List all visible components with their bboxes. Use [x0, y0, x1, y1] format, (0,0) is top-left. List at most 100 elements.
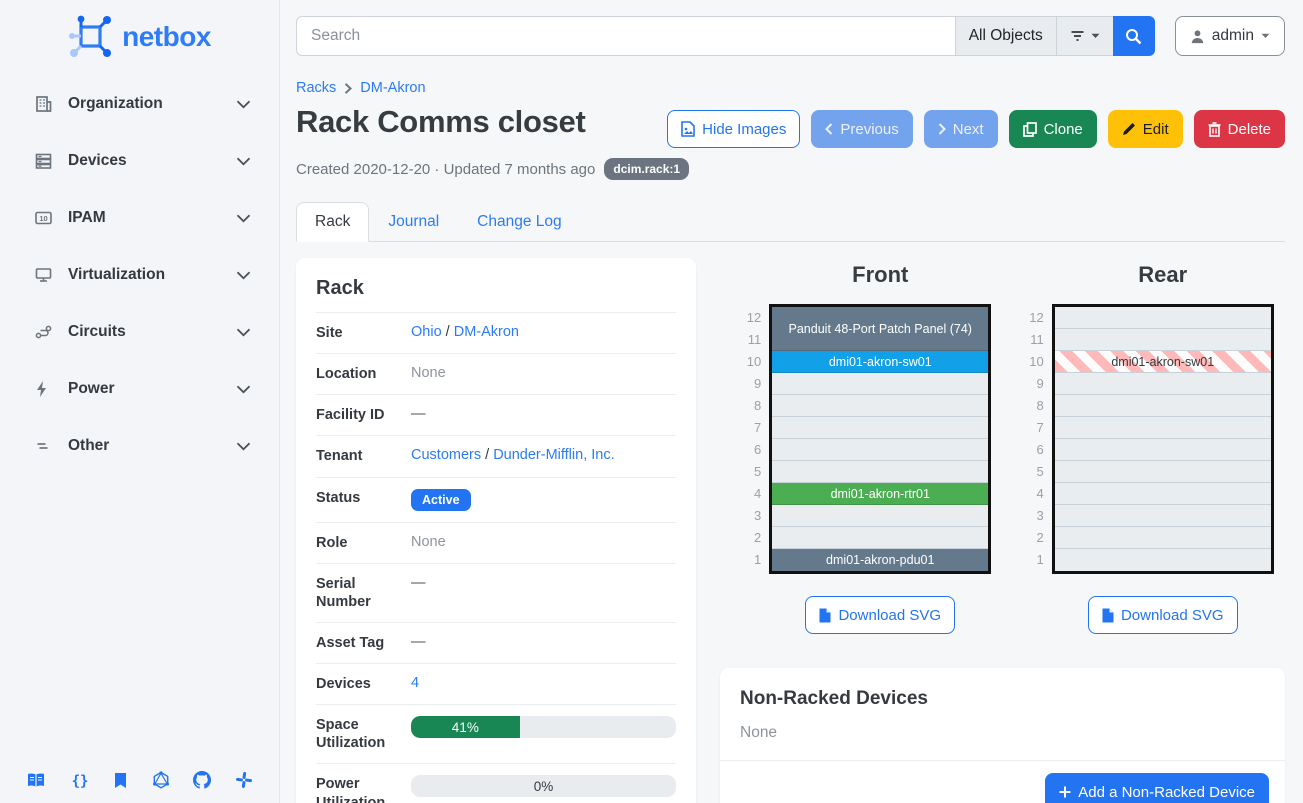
- virtualization-icon: [34, 266, 56, 284]
- sidebar-item-label: IPAM: [68, 209, 106, 227]
- front-rack-units: Panduit 48-Port Patch Panel (74)dmi01-ak…: [769, 304, 991, 574]
- sidebar-item-ipam[interactable]: 10IPAM: [20, 198, 265, 238]
- attr-value: 0%: [411, 775, 676, 797]
- attr-link[interactable]: 4: [411, 675, 419, 691]
- unit-number: 3: [731, 505, 761, 527]
- sidebar-item-label: Circuits: [68, 323, 126, 341]
- rack-unit-empty: [1055, 417, 1271, 439]
- attr-link[interactable]: Ohio: [411, 324, 442, 340]
- attr-link[interactable]: Dunder-Mifflin, Inc.: [493, 447, 614, 463]
- other-icon: [34, 437, 56, 455]
- previous-button[interactable]: Previous: [811, 110, 912, 148]
- rack-attr-location: LocationNone: [316, 353, 676, 394]
- github-icon[interactable]: [193, 771, 211, 789]
- status-badge: Active: [411, 489, 471, 511]
- user-menu-button[interactable]: admin: [1175, 16, 1285, 56]
- clone-label: Clone: [1044, 121, 1083, 138]
- api-docs-icon[interactable]: [113, 771, 128, 789]
- delete-button[interactable]: Delete: [1194, 110, 1285, 148]
- search-scope-button[interactable]: All Objects: [955, 16, 1056, 56]
- chevron-down-icon: [236, 442, 251, 451]
- previous-label: Previous: [840, 121, 898, 138]
- chevron-down-icon: [236, 214, 251, 223]
- breadcrumb-racks-link[interactable]: Racks: [296, 80, 336, 96]
- front-download-svg-button[interactable]: Download SVG: [805, 596, 955, 634]
- image-file-icon: [681, 121, 695, 137]
- rack-unit-empty: [772, 439, 988, 461]
- attr-value: Active: [411, 489, 676, 511]
- attr-link[interactable]: Customers: [411, 447, 481, 463]
- object-id-badge: dcim.rack:1: [604, 158, 689, 180]
- object-meta: Created 2020-12-20 · Updated 7 months ag…: [296, 158, 1285, 180]
- sidebar-item-label: Power: [68, 380, 115, 398]
- sidebar-item-other[interactable]: Other: [20, 426, 265, 466]
- netbox-logo-icon: [68, 14, 114, 60]
- attr-link[interactable]: DM-Akron: [454, 324, 519, 340]
- unit-number: 1: [731, 549, 761, 571]
- rear-download-svg-button[interactable]: Download SVG: [1088, 596, 1238, 634]
- rack-attr-serial-number: Serial Number—: [316, 563, 676, 622]
- tab-journal[interactable]: Journal: [369, 202, 458, 242]
- rack-attr-status: StatusActive: [316, 477, 676, 522]
- unit-number: 2: [731, 527, 761, 549]
- rack-unit-empty: [772, 395, 988, 417]
- unit-number: 4: [731, 483, 761, 505]
- sidebar-item-label: Devices: [68, 152, 127, 170]
- sidebar-item-virtualization[interactable]: Virtualization: [20, 255, 265, 295]
- docs-book-icon[interactable]: [26, 771, 46, 789]
- devices-icon: [34, 152, 56, 170]
- sidebar-item-circuits[interactable]: Circuits: [20, 312, 265, 352]
- netbox-logo[interactable]: netbox: [0, 10, 279, 62]
- organization-icon: [34, 95, 56, 113]
- sidebar-item-power[interactable]: Power: [20, 369, 265, 409]
- unit-number: 5: [731, 461, 761, 483]
- rack-unit-empty: [1055, 439, 1271, 461]
- rear-rack: 121110987654321 dmi01-akron-sw01: [1014, 304, 1274, 574]
- tab-rack[interactable]: Rack: [296, 202, 369, 242]
- search-submit-button[interactable]: [1113, 16, 1155, 56]
- rack-unit-device[interactable]: dmi01-akron-sw01: [772, 351, 988, 373]
- rack-attributes: SiteOhio / DM-AkronLocationNoneFacility …: [316, 312, 676, 803]
- unit-number: 8: [731, 395, 761, 417]
- rest-api-braces-icon[interactable]: {}: [70, 771, 90, 789]
- clone-button[interactable]: Clone: [1009, 110, 1097, 148]
- topbar: All Objects: [296, 16, 1285, 56]
- add-non-racked-device-button[interactable]: Add a Non-Racked Device: [1045, 773, 1269, 803]
- unit-number: 11: [1014, 329, 1044, 351]
- space-utilization-bar: 41%: [411, 716, 676, 738]
- graphql-icon[interactable]: [152, 771, 170, 789]
- rack-attr-asset-tag: Asset Tag—: [316, 622, 676, 663]
- rack-unit-device[interactable]: dmi01-akron-sw01: [1055, 351, 1271, 373]
- rack-unit-device[interactable]: dmi01-akron-rtr01: [772, 483, 988, 505]
- non-racked-devices-card: Non-Racked Devices None Add a Non-Racked…: [720, 668, 1285, 803]
- edit-button[interactable]: Edit: [1108, 110, 1183, 148]
- rack-attr-tenant: TenantCustomers / Dunder-Mifflin, Inc.: [316, 435, 676, 476]
- hide-images-button[interactable]: Hide Images: [667, 110, 800, 148]
- unit-number: 11: [731, 329, 761, 351]
- rack-unit-empty: [772, 373, 988, 395]
- unit-number: 6: [731, 439, 761, 461]
- tab-change-log[interactable]: Change Log: [458, 202, 580, 242]
- breadcrumb-site-link[interactable]: DM-Akron: [360, 80, 425, 96]
- chevron-down-icon: [1261, 33, 1270, 39]
- next-button[interactable]: Next: [924, 110, 998, 148]
- chevron-down-icon: [1091, 33, 1100, 39]
- non-racked-body: None: [720, 716, 1285, 761]
- left-column: Rack SiteOhio / DM-AkronLocationNoneFaci…: [296, 258, 696, 803]
- search-input[interactable]: [296, 16, 955, 56]
- sidebar-item-organization[interactable]: Organization: [20, 84, 265, 124]
- rack-unit-device[interactable]: Panduit 48-Port Patch Panel (74): [772, 307, 988, 351]
- attr-value: —: [411, 575, 676, 591]
- search-filter-button[interactable]: [1056, 16, 1113, 56]
- search-icon: [1125, 28, 1142, 45]
- rack-unit-empty: [1055, 395, 1271, 417]
- sidebar-item-label: Virtualization: [68, 266, 165, 284]
- slack-icon[interactable]: [235, 771, 253, 789]
- attr-label: Site: [316, 324, 411, 342]
- plus-icon: [1059, 786, 1071, 798]
- unit-number: 12: [731, 307, 761, 329]
- attr-value: Ohio / DM-Akron: [411, 324, 676, 340]
- sidebar-item-devices[interactable]: Devices: [20, 141, 265, 181]
- rack-unit-device[interactable]: dmi01-akron-pdu01: [772, 549, 988, 571]
- sidebar-item-label: Other: [68, 437, 109, 455]
